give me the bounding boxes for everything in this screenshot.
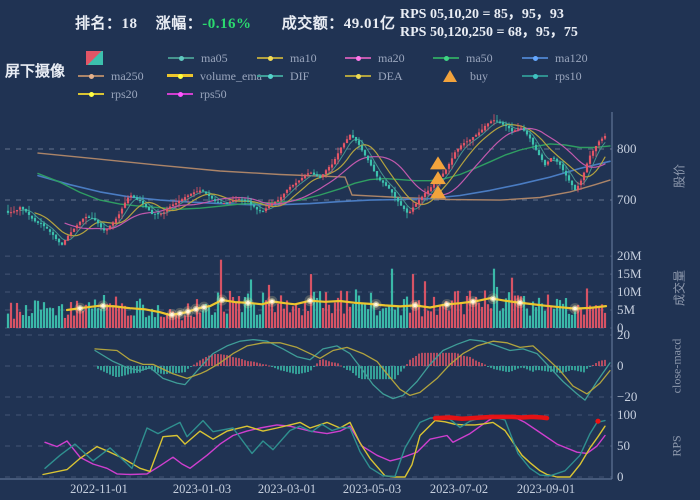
buy-marker-icon: [430, 171, 446, 184]
ytick-volume-15M: 15M: [617, 266, 642, 282]
header-stats: 排名：18 涨幅：-0.16% 成交额：49.01亿: [75, 12, 396, 33]
rank-value: 18: [122, 16, 138, 32]
rps-line-1: RPS 05,10,20 = 85，95，93: [400, 6, 578, 24]
legend-label-rps50: rps50: [200, 87, 227, 102]
xtick-date: 2023-05-03: [343, 482, 401, 497]
rps10-line-icon: [522, 69, 548, 83]
ma250-line-icon: [78, 69, 104, 83]
rps20-line-icon: [78, 87, 104, 101]
legend-label-ma20: ma20: [378, 51, 405, 66]
legend-item-DEA[interactable]: DEA: [345, 69, 403, 83]
legend-item-ma50[interactable]: ma50: [433, 51, 493, 65]
legend-item-rps50[interactable]: rps50: [167, 87, 227, 101]
xtick-date: 2023-03-01: [258, 482, 316, 497]
ytick-rps-100: 100: [617, 407, 637, 423]
legend-item-ma20[interactable]: ma20: [345, 51, 405, 65]
legend-label-buy: buy: [470, 69, 488, 84]
axis-title-volume: 成交量: [671, 270, 688, 306]
ma10-line-icon: [257, 51, 283, 65]
stock-chart-app: 排名：18 涨幅：-0.16% 成交额：49.01亿 RPS 05,10,20 …: [0, 0, 700, 500]
legend-label-ma50: ma50: [466, 51, 493, 66]
turnover-label: 成交额：: [282, 16, 344, 32]
ma120-line-icon: [522, 51, 548, 65]
legend-item-ma10[interactable]: ma10: [257, 51, 317, 65]
legend-label-rps10: rps10: [555, 69, 582, 84]
legend-item-ma120[interactable]: ma120: [522, 51, 588, 65]
ytick-macd-0: 0: [617, 358, 624, 374]
rps-readout: RPS 05,10,20 = 85，95，93 RPS 50,120,250 =…: [400, 6, 578, 42]
ma20-line-icon: [345, 51, 371, 65]
xtick-date: 2023-01-03: [173, 482, 231, 497]
legend-item-ma250[interactable]: ma250: [78, 69, 144, 83]
ytick-volume-5M: 5M: [617, 302, 635, 318]
legend-item-ma05[interactable]: ma05: [168, 51, 228, 65]
axis-title-macd: close-macd: [670, 339, 685, 394]
ytick-price-800: 800: [617, 141, 637, 157]
DIF-line-icon: [257, 69, 283, 83]
axis-title-price: 股价: [671, 164, 688, 188]
legend-label-rps20: rps20: [111, 87, 138, 102]
DEA-line-icon: [345, 69, 371, 83]
legend-item-buy[interactable]: buy: [437, 69, 488, 83]
buy-marker-icon: [437, 69, 463, 83]
legend-item-candlestick[interactable]: [82, 51, 108, 65]
legend-item-rps20[interactable]: rps20: [78, 87, 138, 101]
ma05-line-icon: [168, 51, 194, 65]
rank-label: 排名：: [75, 16, 122, 32]
rps-line-2: RPS 50,120,250 = 68，95，75: [400, 24, 578, 42]
legend-item-volume_ema[interactable]: volume_ema: [167, 69, 262, 83]
ytick-rps-50: 50: [617, 438, 630, 454]
legend-item-DIF[interactable]: DIF: [257, 69, 309, 83]
axis-title-rps: RPS: [670, 435, 685, 456]
ytick-macd-−20: −20: [617, 389, 637, 405]
change-value: -0.16%: [202, 16, 251, 32]
ytick-volume-20M: 20M: [617, 248, 642, 264]
legend-label-volume_ema: volume_ema: [200, 69, 262, 84]
ytick-price-700: 700: [617, 192, 637, 208]
ma50-line-icon: [433, 51, 459, 65]
legend-item-rps10[interactable]: rps10: [522, 69, 582, 83]
ytick-rps-0: 0: [617, 469, 624, 485]
ytick-macd-20: 20: [617, 327, 630, 343]
change-label: 涨幅：: [156, 16, 203, 32]
turnover-value: 49.01亿: [344, 16, 396, 32]
legend-label-ma05: ma05: [201, 51, 228, 66]
buy-marker-icon: [430, 156, 446, 169]
legend-label-DEA: DEA: [378, 69, 403, 84]
xtick-date: 2023-09-01: [517, 482, 575, 497]
ytick-volume-10M: 10M: [617, 284, 642, 300]
candlestick-icon: [82, 51, 108, 65]
legend-label-ma250: ma250: [111, 69, 144, 84]
xtick-date: 2023-07-02: [430, 482, 488, 497]
legend-label-DIF: DIF: [290, 69, 309, 84]
xtick-date: 2022-11-01: [70, 482, 128, 497]
page-title: 屏下摄像: [5, 60, 65, 81]
volume_ema-line-icon: [167, 69, 193, 83]
legend-label-ma10: ma10: [290, 51, 317, 66]
rps50-line-icon: [167, 87, 193, 101]
legend-label-ma120: ma120: [555, 51, 588, 66]
